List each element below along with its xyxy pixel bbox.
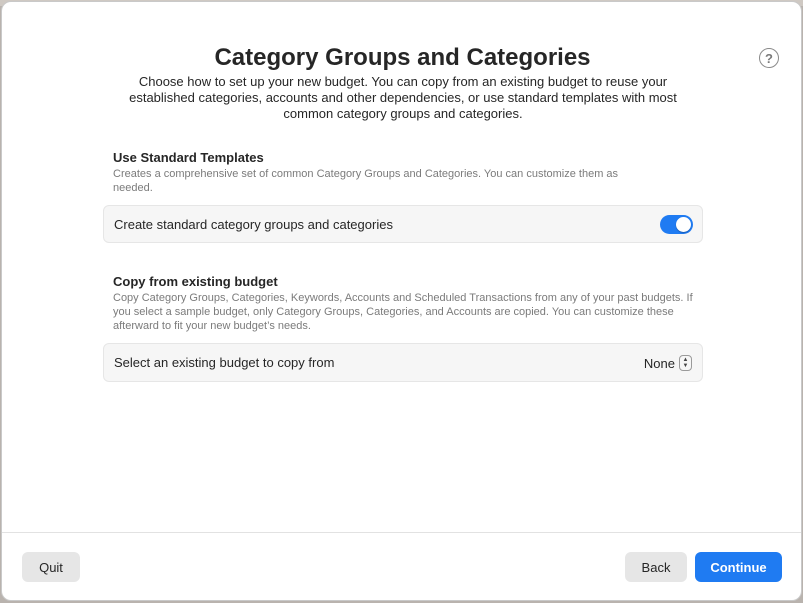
- back-button[interactable]: Back: [625, 552, 687, 582]
- standard-templates-heading: Use Standard Templates: [113, 150, 264, 165]
- dialog-title: Category Groups and Categories: [214, 44, 591, 71]
- up-down-chevron-icon: ▲ ▼: [679, 355, 692, 371]
- setup-dialog: ? Category Groups and Categories Choose …: [1, 1, 802, 601]
- copy-budget-select-label: Select an existing budget to copy from: [114, 355, 335, 370]
- copy-budget-row: Select an existing budget to copy from N…: [103, 343, 703, 382]
- existing-budget-popup-value: None: [643, 355, 675, 371]
- standard-templates-row: Create standard category groups and cate…: [103, 205, 703, 243]
- copy-budget-heading: Copy from existing budget: [113, 274, 278, 289]
- quit-button[interactable]: Quit: [22, 552, 80, 582]
- standard-templates-toggle-label: Create standard category groups and cate…: [114, 217, 393, 232]
- existing-budget-popup[interactable]: None ▲ ▼: [644, 353, 692, 373]
- standard-templates-toggle[interactable]: [660, 215, 693, 234]
- standard-templates-description: Creates a comprehensive set of common Ca…: [113, 168, 619, 194]
- copy-budget-description: Copy Category Groups, Categories, Keywor…: [113, 292, 693, 332]
- footer-divider: [2, 532, 801, 533]
- continue-button[interactable]: Continue: [695, 552, 782, 582]
- toggle-knob: [676, 217, 691, 232]
- dialog-subtitle: Choose how to set up your new budget. Yo…: [129, 74, 677, 121]
